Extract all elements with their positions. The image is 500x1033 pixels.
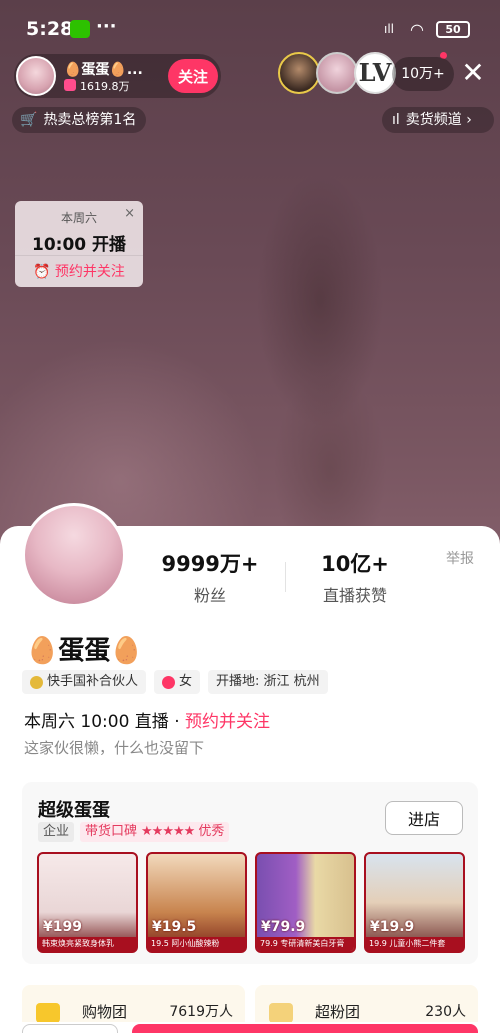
live-schedule: 本周六 10:00 直播 · 预约并关注 (24, 707, 270, 732)
close-icon[interactable]: × (124, 206, 135, 221)
tag-label: 开播地: 浙江 杭州 (216, 674, 320, 689)
group-count: 7619万人 (169, 1004, 233, 1020)
product-price: ¥79.9 (261, 919, 306, 935)
product-price: ¥19.5 (152, 919, 197, 935)
female-icon (162, 675, 176, 689)
rating-label: 带货口碑 (85, 824, 138, 839)
reserve-follow-link[interactable]: 预约并关注 (185, 712, 270, 732)
tag-label: 女 (179, 674, 193, 689)
more-notifications-icon: ··· (96, 16, 117, 37)
product-card[interactable]: ¥79.9 79.9 专研清新美白牙膏 (255, 852, 356, 953)
likes-value: 10亿+ (321, 552, 389, 576)
bottom-action-bar (0, 1022, 500, 1033)
shop-name[interactable]: 超级蛋蛋 (38, 796, 110, 822)
product-card[interactable]: ¥199 韩束焕亮紧致身体乳 (37, 852, 138, 953)
report-link[interactable]: 举报 (446, 548, 474, 568)
wechat-icon (70, 20, 90, 38)
fans-label: 粉丝 (193, 586, 226, 605)
schedule-popup: 本周六 10:00 开播 × ⏰ 预约并关注 (15, 201, 143, 287)
streamer-avatar[interactable] (16, 56, 56, 96)
fans-value: 9999万+ (161, 552, 259, 576)
product-caption: 韩束焕亮紧致身体乳 (39, 937, 136, 951)
rank-label: 热卖总榜第1名 (43, 112, 137, 128)
viewer-avatar[interactable] (278, 52, 320, 94)
chart-icon: ıl (392, 112, 400, 128)
fans-stat[interactable]: 9999万+ 粉丝 (160, 548, 260, 606)
product-price: ¥199 (43, 919, 82, 935)
schedule-time: 10:00 开播 (31, 235, 127, 255)
tag-label: 快手国补合伙人 (47, 674, 139, 689)
product-list: ¥199 韩束焕亮紧致身体乳 ¥19.5 19.5 阿小仙酸辣粉 ¥79.9 7… (37, 852, 465, 953)
profile-avatar[interactable] (22, 503, 126, 607)
shop-card[interactable]: 超级蛋蛋 进店 企业 带货口碑 ★★★★★ 优秀 ¥199 韩束焕亮紧致身体乳 … (22, 782, 478, 964)
tag-partner[interactable]: 快手国补合伙人 (22, 670, 147, 694)
likes-stat[interactable]: 10亿+ 直播获赞 (300, 548, 410, 606)
product-caption: 19.5 阿小仙酸辣粉 (148, 937, 245, 951)
enterprise-badge: 企业 (38, 822, 75, 842)
wifi-icon: ◠ (410, 20, 424, 39)
streamer-info-pill[interactable]: 🥚蛋蛋🥚... 1619.8万 关注 (14, 54, 221, 98)
channel-label: 卖货频道 › (405, 112, 472, 128)
group-count: 230人 (425, 1004, 466, 1020)
verified-icon (30, 675, 43, 689)
hot-sales-rank[interactable]: 🛒 热卖总榜第1名 (12, 107, 147, 133)
likes-label: 直播获赞 (322, 586, 387, 605)
reserve-follow-button[interactable]: ⏰ 预约并关注 (15, 255, 143, 287)
schedule-text: 本周六 10:00 直播 · (24, 712, 186, 732)
group-icon (36, 1003, 60, 1023)
clock: 5:28 (26, 18, 74, 40)
status-bar: 5:28 ··· ıll ◠ 50 (0, 0, 500, 50)
rating-stars: ★★★★★ (141, 824, 195, 839)
primary-action-button[interactable] (132, 1024, 478, 1033)
profile-tags: 快手国补合伙人 女 开播地: 浙江 杭州 (22, 670, 328, 694)
viewer-avatar[interactable]: LV (354, 52, 396, 94)
profile-name: 🥚蛋蛋🥚 (26, 636, 143, 666)
shop-badges: 企业 带货口碑 ★★★★★ 优秀 (38, 822, 230, 842)
group-name: 超粉团 (315, 1003, 361, 1021)
secondary-action-button[interactable] (22, 1024, 118, 1033)
viewer-avatar[interactable] (316, 52, 358, 94)
tag-gender: 女 (154, 670, 201, 694)
rating-value: 优秀 (198, 824, 225, 839)
product-card[interactable]: ¥19.5 19.5 阿小仙酸辣粉 (146, 852, 247, 953)
enter-shop-button[interactable]: 进店 (385, 801, 463, 835)
group-icon (269, 1003, 293, 1023)
profile-bio: 这家伙很懒，什么也没留下 (24, 739, 205, 757)
cart-icon: 🛒 (20, 112, 38, 128)
heart-icon (64, 79, 76, 91)
streamer-likes: 1619.8万 (80, 80, 130, 93)
group-name: 购物团 (82, 1003, 128, 1021)
sales-channel-link[interactable]: ıl 卖货频道 › (382, 107, 494, 133)
streamer-name[interactable]: 🥚蛋蛋🥚... (64, 59, 143, 79)
follow-button[interactable]: 关注 (168, 59, 218, 93)
tag-location: 开播地: 浙江 杭州 (208, 670, 328, 694)
signal-icon: ıll (384, 22, 395, 36)
close-icon[interactable]: ✕ (458, 56, 488, 90)
battery-icon: 50 (436, 21, 470, 38)
product-card[interactable]: ¥19.9 19.9 儿童小熊二件套 (364, 852, 465, 953)
product-price: ¥19.9 (370, 919, 415, 935)
product-caption: 79.9 专研清新美白牙膏 (257, 937, 354, 951)
viewer-count[interactable]: 10万+ (392, 57, 454, 91)
product-caption: 19.9 儿童小熊二件套 (366, 937, 463, 951)
divider (285, 562, 286, 592)
rating-badge: 带货口碑 ★★★★★ 优秀 (80, 822, 230, 842)
